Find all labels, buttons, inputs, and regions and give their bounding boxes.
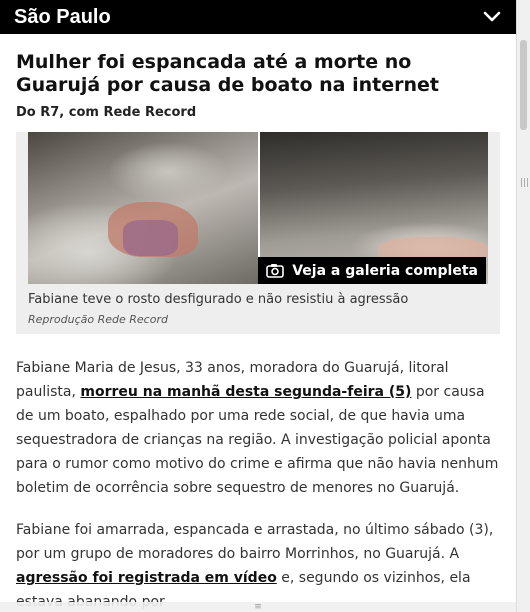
chevron-down-icon[interactable] [482, 7, 502, 27]
article-byline: Do R7, com Rede Record [16, 105, 197, 120]
splitter-grip[interactable]: ||| [520, 178, 529, 188]
photo-caption: Fabiane teve o rosto desfigurado e não r… [28, 292, 409, 307]
article-link[interactable]: agressão foi registrada em vídeo [16, 570, 277, 586]
photo-credit: Reprodução Rede Record [28, 313, 168, 326]
resize-handle[interactable]: ≡ [0, 602, 516, 612]
article-paragraph: Fabiane foi amarrada, espancada e arrast… [16, 522, 494, 610]
section-title: São Paulo [14, 5, 111, 28]
section-header[interactable]: São Paulo [0, 0, 516, 34]
gallery-button[interactable]: Veja a galeria completa [258, 257, 486, 284]
scrollbar[interactable]: ||| [516, 0, 530, 612]
article-link[interactable]: morreu na manhã desta segunda-feira (5) [80, 384, 411, 400]
gallery-label: Veja a galeria completa [292, 262, 478, 279]
article-content: Mulher foi espancada até a morte no Guar… [0, 34, 516, 612]
article-photo[interactable]: Veja a galeria completa [28, 132, 488, 284]
photo-figure: Veja a galeria completa Fabiane teve o r… [16, 132, 500, 334]
article-paragraph: Fabiane Maria de Jesus, 33 anos, morador… [16, 360, 499, 496]
article-headline: Mulher foi espancada até a morte no Guar… [16, 51, 439, 96]
camera-icon [266, 263, 285, 278]
scrollbar-thumb[interactable] [520, 40, 527, 130]
